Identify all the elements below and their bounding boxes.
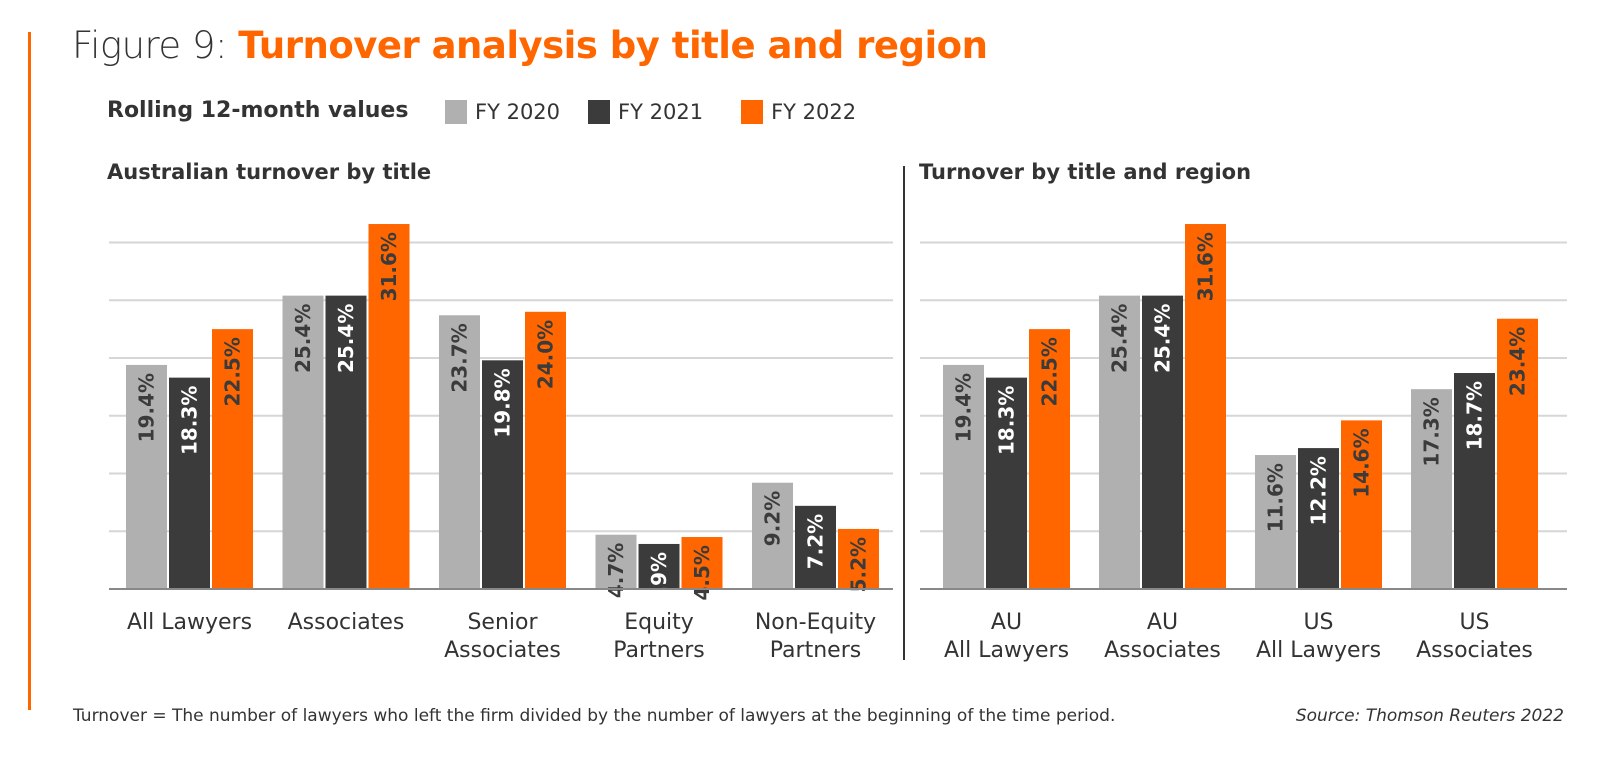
data-label: 22.5% [1038,337,1062,406]
category-label: All Lawyers [127,610,252,635]
data-label: 25.4% [1151,304,1175,373]
data-label: 11.6% [1264,463,1288,532]
data-label: 22.5% [221,337,245,406]
category-label: Associates [288,610,405,635]
data-label: 18.3% [178,386,202,455]
data-label: 31.6% [377,232,401,301]
category-label: US [1303,610,1333,635]
category-label: AU [1147,610,1178,635]
data-label: 19.4% [952,373,976,442]
data-label: 24.0% [534,320,558,389]
category-label: Partners [613,638,704,663]
chart-panel-1: 19.4% 18.3% 22.5% AU All Lawyers 25.4% 25.4% 31… [920,224,1567,663]
category-label: Senior [467,610,538,635]
category-label: US [1459,610,1489,635]
category-label: Equity [624,610,694,635]
footnote: Turnover = The number of lawyers who lef… [73,706,1116,726]
data-label: 19.4% [135,373,159,442]
category-label: All Lawyers [944,638,1069,663]
data-label: 23.4% [1506,327,1530,396]
chart-panel-0: 19.4% 18.3% 22.5% All Lawyers 25.4% 25.4% 31.6… [109,224,893,663]
data-label: 7.2% [804,514,828,569]
data-label: 31.6% [1194,232,1218,301]
bar-charts: 19.4% 18.3% 22.5% All Lawyers 25.4% 25.4% 31.6… [109,224,1567,663]
data-label: 5.2% [847,537,871,592]
category-label: AU [991,610,1022,635]
data-label: 25.4% [1108,304,1132,373]
data-label: 19.8% [491,368,515,437]
category-label: All Lawyers [1256,638,1381,663]
category-label: Associates [444,638,561,663]
data-label: 3.9% [647,552,671,607]
data-label: 25.4% [334,304,358,373]
data-label: 14.6% [1350,428,1374,497]
data-label: 23.7% [448,323,472,392]
category-label: Non-Equity [755,610,876,635]
category-label: Associates [1416,638,1533,663]
data-label: 9.2% [761,491,785,546]
source-note: Source: Thomson Reuters 2022 [1295,706,1564,726]
data-label: 17.3% [1420,397,1444,466]
category-label: Associates [1104,638,1221,663]
data-label: 18.3% [995,386,1019,455]
category-label: Partners [770,638,861,663]
data-label: 18.7% [1463,381,1487,450]
data-label: 12.2% [1307,456,1331,525]
data-label: 4.5% [690,545,714,600]
data-label: 25.4% [291,304,315,373]
